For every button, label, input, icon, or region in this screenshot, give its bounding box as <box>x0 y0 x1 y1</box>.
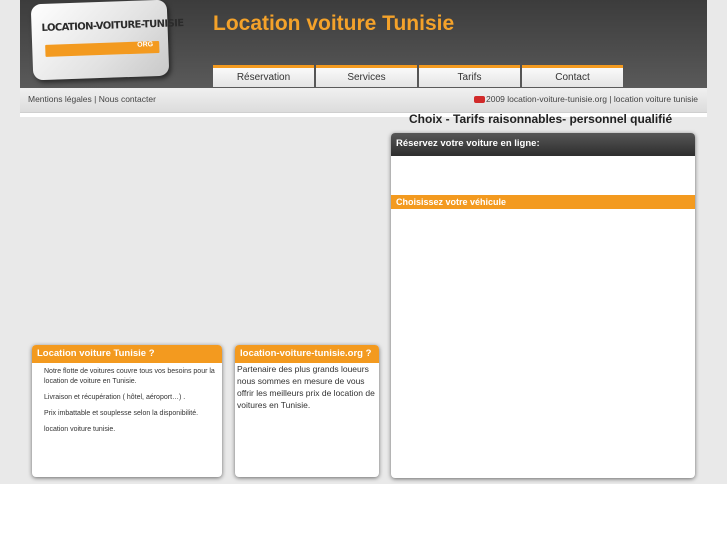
info-box-content: Notre flotte de voitures couvre tous vos… <box>35 367 221 441</box>
choose-vehicle-header: Choisissez votre véhicule <box>391 195 695 209</box>
reservation-title: Réservez votre voiture en ligne: <box>391 133 695 156</box>
legal-link[interactable]: Mentions légales <box>28 94 92 104</box>
partner-box: location-voiture-tunisie.org ? Partenair… <box>235 345 379 477</box>
info-line: Livraison et récupération ( hôtel, aérop… <box>44 394 186 401</box>
info-box-title: Location voiture Tunisie ? <box>32 345 222 363</box>
nav-item-tarifs[interactable]: Tarifs <box>419 65 520 87</box>
copyright-text: 2009 location-voiture-tunisie.org | loca… <box>486 94 698 104</box>
partner-box-title: location-voiture-tunisie.org ? <box>235 345 379 363</box>
logo-suffix: ORG <box>137 41 154 49</box>
logo-bar: ORG <box>45 40 160 57</box>
logo-text: LOCATION-VOITURE-TUNISIE <box>41 18 184 35</box>
link-separator: | <box>91 94 99 104</box>
site-logo[interactable]: LOCATION-VOITURE-TUNISIE ORG <box>30 0 184 81</box>
nav-item-services[interactable]: Services <box>316 65 417 87</box>
reservation-panel: Réservez votre voiture en ligne: Choisis… <box>391 133 695 478</box>
slogan: Choix - Tarifs raisonnables- personnel q… <box>409 112 673 126</box>
info-line: Notre flotte de voitures couvre tous vos… <box>44 368 215 385</box>
info-box: Location voiture Tunisie ? Notre flotte … <box>32 345 222 477</box>
site-title: Location voiture Tunisie <box>213 12 455 35</box>
partner-box-text: Partenaire des plus grands loueurs nous … <box>237 364 375 410</box>
nav-item-contact[interactable]: Contact <box>522 65 623 87</box>
sub-bar: Mentions légales | Nous contacter 2009 l… <box>20 88 707 113</box>
legal-links: Mentions légales | Nous contacter <box>28 94 156 104</box>
nav-item-reservation[interactable]: Réservation <box>213 65 314 87</box>
copyright: 2009 location-voiture-tunisie.org | loca… <box>474 94 698 104</box>
contact-link[interactable]: Nous contacter <box>99 94 156 104</box>
car-icon <box>474 96 485 103</box>
info-line: location voiture tunisie. <box>44 426 116 433</box>
info-line: Prix imbattable et souplesse selon la di… <box>44 410 199 417</box>
